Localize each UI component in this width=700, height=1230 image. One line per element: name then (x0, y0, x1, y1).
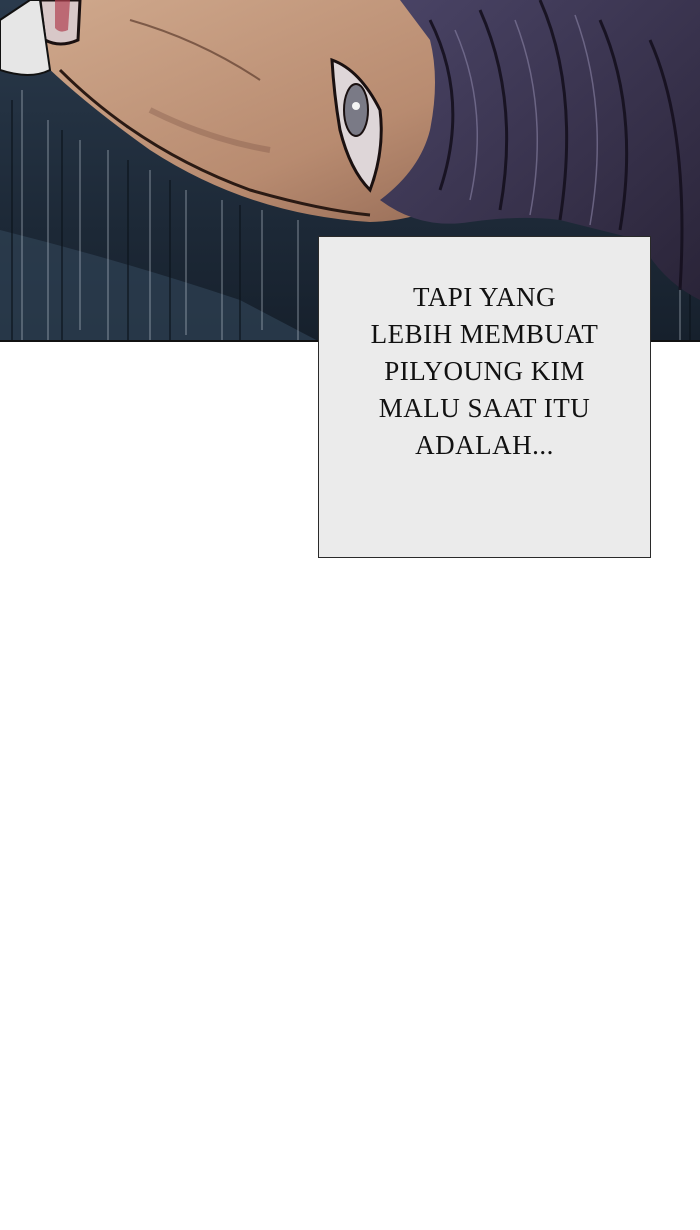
narration-line: LEBIH MEMBUAT (370, 318, 599, 349)
narration-caption-box: TAPI YANG LEBIH MEMBUAT PILYOUNG KIM MAL… (318, 236, 651, 558)
narration-line: PILYOUNG KIM (384, 355, 585, 386)
narration-line: MALU SAAT ITU (378, 392, 591, 423)
narration-line: ADALAH... (415, 429, 554, 460)
narration-line: TAPI YANG (412, 281, 557, 312)
